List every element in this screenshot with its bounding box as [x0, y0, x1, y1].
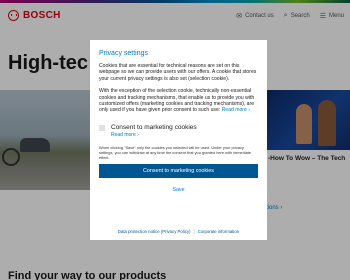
dialog-footer-links: Data protection notice (Privacy Policy) …	[90, 229, 267, 234]
privacy-settings-dialog: Privacy settings Cookies that are essent…	[90, 40, 267, 240]
privacy-policy-link[interactable]: Data protection notice (Privacy Policy)	[118, 229, 191, 234]
marketing-read-more-link[interactable]: Read more ›	[111, 132, 197, 138]
marketing-consent-label[interactable]: Consent to marketing cookies	[111, 124, 197, 131]
marketing-consent-checkbox[interactable]	[99, 124, 105, 131]
marketing-consent-row: Consent to marketing cookies Read more ›	[99, 124, 258, 138]
save-note: When clicking "Save" only the cookies yo…	[99, 144, 252, 160]
corporate-information-link[interactable]: Corporate information	[198, 229, 240, 234]
footer-separator: |	[193, 229, 195, 234]
consent-marketing-button[interactable]: Consent to marketing cookies	[99, 163, 258, 178]
dialog-paragraph-2: With the exception of the selection cook…	[99, 88, 258, 114]
save-button[interactable]: Save	[99, 187, 258, 193]
dialog-paragraph-1: Cookies that are essential for technical…	[99, 63, 257, 82]
read-more-link[interactable]: Read more ›	[222, 107, 250, 113]
dialog-title: Privacy settings	[99, 50, 149, 57]
